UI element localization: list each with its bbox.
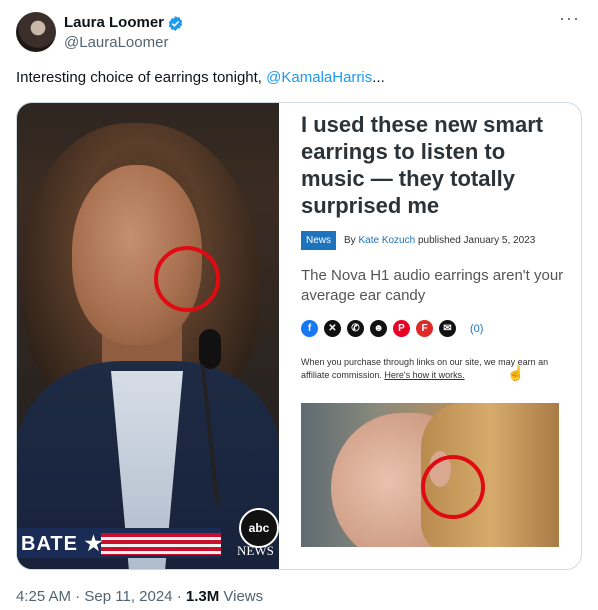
verified-badge-icon bbox=[168, 15, 183, 31]
comments-count: (0) bbox=[470, 322, 484, 335]
affiliate-disclaimer: When you purchase through links on our s… bbox=[301, 356, 569, 382]
separator: · bbox=[71, 588, 85, 605]
email-icon: ✉ bbox=[439, 320, 456, 337]
tweet-time[interactable]: 4:25 AM bbox=[16, 588, 71, 605]
separator: · bbox=[172, 588, 186, 605]
left-photo: BATE ★ abc NEWS bbox=[17, 103, 279, 569]
earring-highlight-circle bbox=[421, 455, 485, 519]
microphone-icon bbox=[199, 329, 221, 369]
flipboard-icon: F bbox=[416, 320, 433, 337]
tweet-date[interactable]: Sep 11, 2024 bbox=[84, 588, 172, 605]
share-row: f ✕ ✆ ☻ P F ✉ (0) bbox=[301, 320, 483, 337]
author-display-name[interactable]: Laura Loomer bbox=[64, 13, 184, 33]
more-options-icon[interactable]: ··· bbox=[559, 8, 580, 29]
tweet-text-suffix: ... bbox=[372, 69, 385, 86]
banner-stripes bbox=[101, 533, 221, 555]
mention-link[interactable]: @KamalaHarris bbox=[266, 69, 372, 86]
article-headline: I used these new smart earrings to liste… bbox=[301, 112, 544, 218]
byline-text: By Kate Kozuch published January 5, 2023 bbox=[344, 235, 535, 246]
whatsapp-icon: ✆ bbox=[347, 320, 364, 337]
earring-highlight-circle bbox=[154, 246, 220, 312]
star-icon: ★ bbox=[84, 533, 104, 555]
disclaimer-link: Here's how it works. bbox=[384, 370, 465, 380]
article-screenshot: I used these new smart earrings to liste… bbox=[279, 103, 581, 569]
hand-cursor-icon: ☝ bbox=[507, 365, 525, 381]
pinterest-icon: P bbox=[393, 320, 410, 337]
published-date: published January 5, 2023 bbox=[417, 235, 536, 246]
article-photo bbox=[301, 403, 559, 547]
debate-banner-text: BATE ★ bbox=[21, 531, 103, 556]
article-author: Kate Kozuch bbox=[358, 235, 416, 246]
views-count: 1.3M bbox=[185, 588, 220, 605]
avatar[interactable] bbox=[16, 12, 56, 52]
x-icon: ✕ bbox=[324, 320, 341, 337]
tweet-footer: 4:25 AM · Sep 11, 2024 · 1.3M Views bbox=[16, 587, 263, 607]
tweet-text: Interesting choice of earrings tonight, … bbox=[16, 68, 385, 88]
author-handle[interactable]: @LauraLoomer bbox=[64, 33, 184, 53]
banner-text: BATE bbox=[21, 533, 78, 555]
channel-sub-label: NEWS bbox=[237, 543, 274, 558]
byline-prefix: By bbox=[344, 235, 356, 246]
facebook-icon: f bbox=[301, 320, 318, 337]
author-names: Laura Loomer @LauraLoomer bbox=[64, 13, 184, 53]
channel-logo: abc bbox=[239, 508, 279, 548]
reddit-icon: ☻ bbox=[370, 320, 387, 337]
tweet-media-image[interactable]: BATE ★ abc NEWS I used these new smart e… bbox=[16, 102, 582, 570]
display-name-text[interactable]: Laura Loomer bbox=[64, 13, 164, 33]
article-byline: News By Kate Kozuch published January 5,… bbox=[301, 231, 535, 250]
tweet-text-prefix: Interesting choice of earrings tonight, bbox=[16, 69, 267, 86]
category-badge: News bbox=[301, 231, 337, 250]
views-label: Views bbox=[219, 588, 264, 605]
article-subhead: The Nova H1 audio earrings aren't your a… bbox=[301, 267, 564, 304]
tweet-header: Laura Loomer @LauraLoomer ··· bbox=[16, 8, 582, 54]
